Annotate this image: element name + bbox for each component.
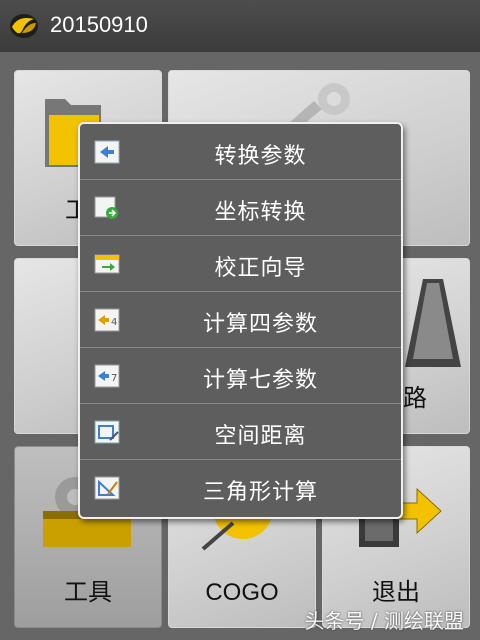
menu-item-four-params[interactable]: 4 计算四参数	[80, 292, 401, 348]
svg-text:7: 7	[111, 373, 117, 384]
road-icon	[405, 279, 461, 367]
coordinate-convert-icon	[94, 196, 118, 219]
space-distance-icon	[94, 420, 120, 444]
tools-popup-menu: 转换参数 坐标转换 校正向导 4 计算四参数 7 计算七参数 空间距离 三角形计…	[78, 122, 403, 519]
tile-tools-label: 工具	[64, 578, 112, 606]
triangle-calc-icon	[94, 476, 120, 500]
menu-item-triangle-calc[interactable]: 三角形计算	[80, 460, 401, 516]
menu-item-space-distance[interactable]: 空间距离	[80, 404, 401, 460]
menu-item-label: 转换参数	[214, 144, 307, 169]
menu-item-label: 校正向导	[214, 256, 307, 281]
menu-item-label: 坐标转换	[214, 200, 307, 225]
window-title: 20150910	[50, 12, 148, 37]
menu-item-label: 计算七参数	[202, 368, 318, 393]
seven-params-icon: 7	[94, 364, 120, 388]
menu-item-calibration-wizard[interactable]: 校正向导	[80, 236, 401, 292]
menu-item-label: 计算四参数	[202, 312, 318, 337]
calibration-wizard-icon	[94, 254, 120, 274]
tile-road-label: 路	[403, 384, 427, 412]
watermark: 头条号 / 测绘联盟	[304, 609, 464, 633]
menu-item-label: 空间距离	[214, 424, 307, 449]
tile-exit-label: 退出	[372, 578, 420, 606]
tile-cogo-label: COGO	[205, 579, 279, 606]
four-params-icon: 4	[94, 308, 120, 332]
title-bar: 20150910	[0, 0, 480, 53]
svg-text:4: 4	[111, 317, 117, 328]
transform-params-icon	[94, 140, 120, 164]
menu-item-label: 三角形计算	[202, 480, 318, 505]
menu-item-coordinate-convert[interactable]: 坐标转换	[80, 180, 401, 236]
menu-item-seven-params[interactable]: 7 计算七参数	[80, 348, 401, 404]
menu-item-transform-params[interactable]: 转换参数	[80, 124, 401, 180]
app-logo-icon	[10, 14, 38, 38]
